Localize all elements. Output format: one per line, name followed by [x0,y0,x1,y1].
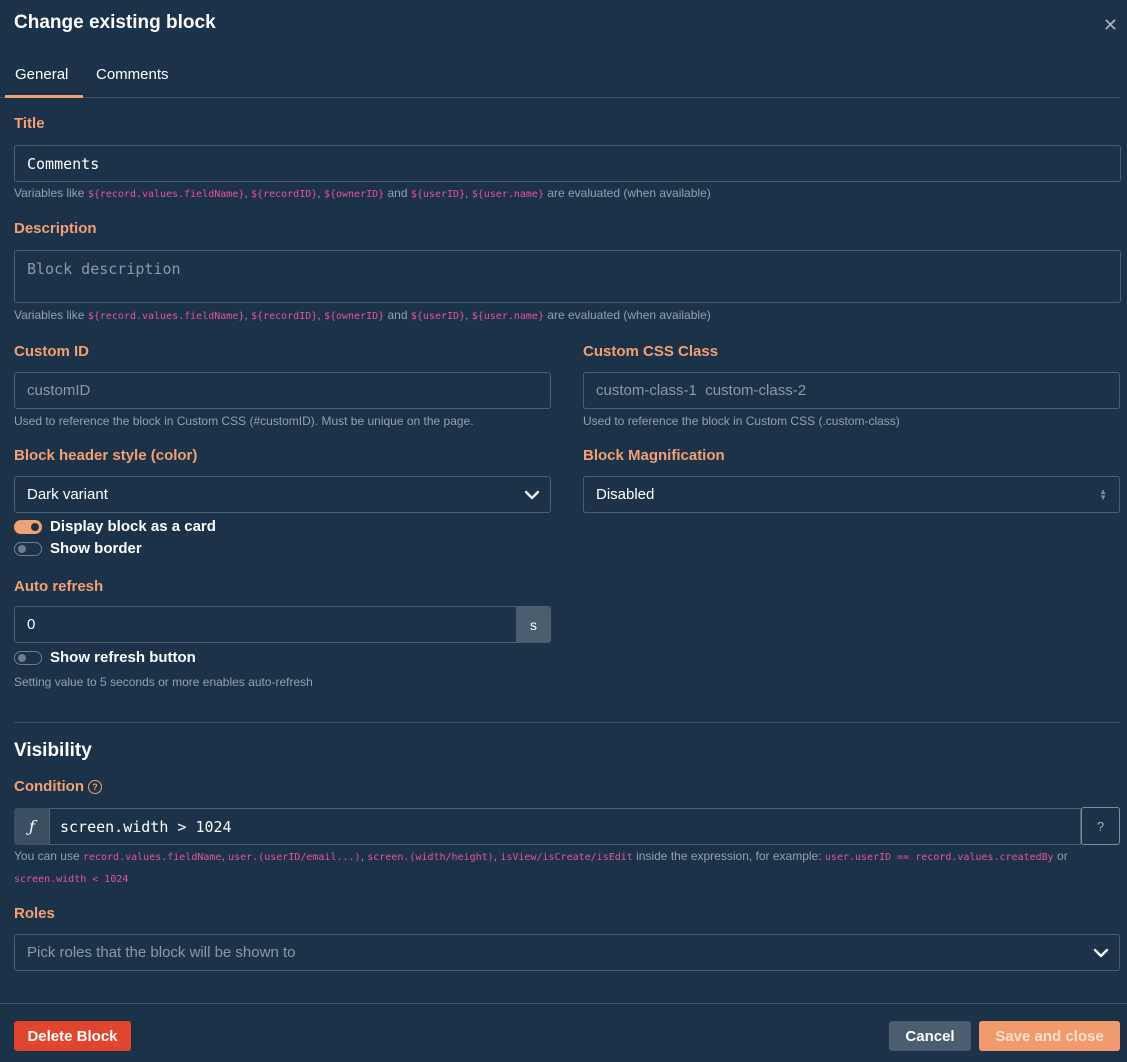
magnification-value: Disabled [596,486,655,503]
title-hint: Variables like ${record.values.fieldName… [14,186,711,200]
condition-hint-line2: screen.width < 1024 [14,874,129,885]
chevron-down-icon [1093,948,1109,957]
custom-id-input[interactable]: customID [14,372,551,409]
description-placeholder: Block description [27,260,181,278]
condition-hint-line1: You can use record.values.fieldName, use… [14,849,1068,863]
custom-css-label: Custom CSS Class [583,343,719,360]
chevron-down-icon [524,490,540,499]
condition-label: Condition? [14,778,102,795]
title-input[interactable]: Comments [14,145,1121,182]
custom-id-label: Custom ID [14,343,89,360]
magnification-select[interactable]: Disabled ▲ ▼ [583,476,1120,513]
function-icon: ƒ [14,808,50,845]
border-toggle[interactable] [14,541,42,556]
auto-refresh-label: Auto refresh [14,578,104,595]
card-toggle-label: Display block as a card [50,518,216,535]
refresh-button-toggle-row[interactable]: Show refresh button [14,649,196,666]
card-toggle-row[interactable]: Display block as a card [14,518,216,535]
description-label: Description [14,220,97,237]
roles-select[interactable]: Pick roles that the block will be shown … [14,934,1120,971]
roles-label: Roles [14,905,55,922]
tab-general[interactable]: General [5,62,83,98]
border-toggle-row[interactable]: Show border [14,540,142,557]
custom-id-placeholder: customID [27,382,91,399]
modal-header: Change existing block ✕ [14,12,1127,40]
title-label: Title [14,115,45,132]
auto-refresh-input[interactable]: 0 [14,606,517,643]
question-circle-icon[interactable]: ? [87,780,102,795]
header-style-label: Block header style (color) [14,447,198,464]
title-input-value: Comments [27,154,100,173]
header-style-select[interactable]: Dark variant [14,476,551,513]
custom-css-placeholder: custom-class-1 custom-class-2 [596,382,807,399]
roles-placeholder: Pick roles that the block will be shown … [27,944,296,961]
condition-expression-input[interactable]: screen.width > 1024 [49,808,1081,845]
refresh-button-toggle[interactable] [14,650,42,665]
save-and-close-button[interactable]: Save and close [979,1021,1120,1051]
footer-divider [0,1003,1127,1004]
expression-help-button[interactable]: ? [1081,807,1120,845]
section-divider [14,722,1120,723]
delete-block-button[interactable]: Delete Block [14,1021,131,1051]
modal-title: Change existing block [14,12,216,33]
condition-expression-value: screen.width > 1024 [60,817,232,836]
card-toggle[interactable] [14,519,42,534]
custom-css-input[interactable]: custom-class-1 custom-class-2 [583,372,1120,409]
close-icon[interactable]: ✕ [1103,15,1118,36]
magnification-label: Block Magnification [583,447,725,464]
cancel-button[interactable]: Cancel [889,1021,971,1051]
description-hint: Variables like ${record.values.fieldName… [14,308,711,322]
auto-refresh-hint: Setting value to 5 seconds or more enabl… [14,675,313,689]
select-arrows-icon: ▲ ▼ [1099,486,1107,502]
tab-comments[interactable]: Comments [86,62,179,98]
custom-css-hint: Used to reference the block in Custom CS… [583,414,900,428]
header-style-value: Dark variant [27,486,108,503]
tab-bar: General Comments [0,62,1120,98]
custom-id-hint: Used to reference the block in Custom CS… [14,414,474,428]
border-toggle-label: Show border [50,540,142,557]
visibility-title: Visibility [14,740,92,761]
seconds-addon: s [516,606,551,643]
description-textarea[interactable]: Block description [14,250,1121,303]
refresh-button-toggle-label: Show refresh button [50,649,196,666]
auto-refresh-value: 0 [27,616,36,633]
